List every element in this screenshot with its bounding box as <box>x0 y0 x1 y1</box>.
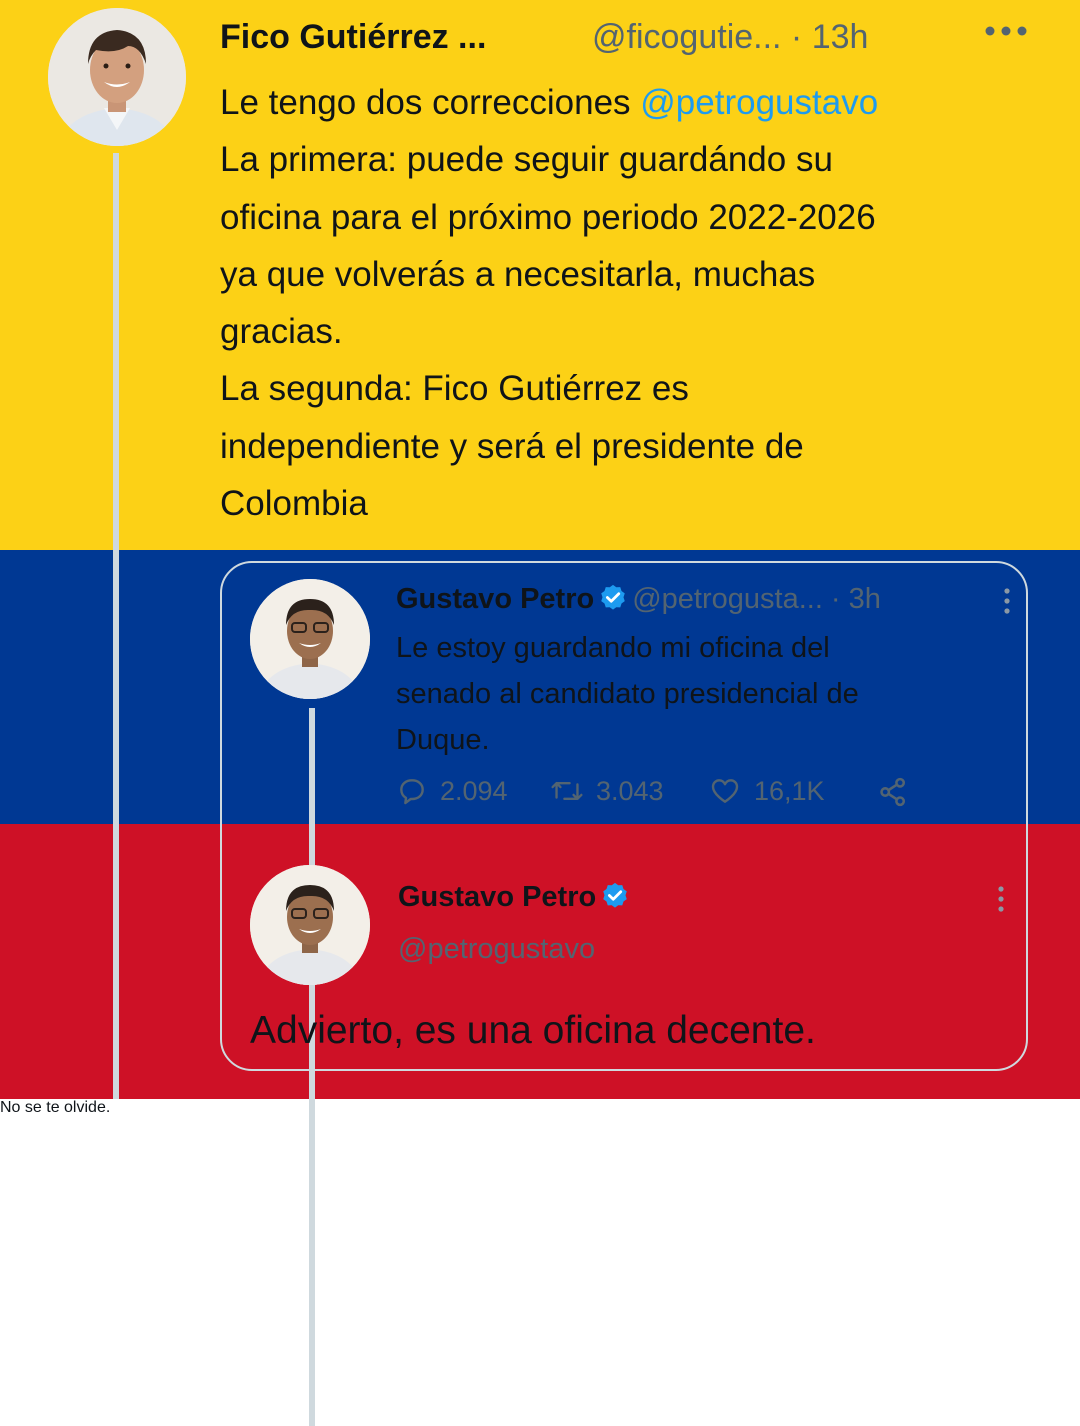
quoted-thread-line <box>309 708 315 1426</box>
second-tweet-text: Advierto, es una oficina decente. <box>250 1009 816 1052</box>
quoted-author-handle-timestamp[interactable]: @petrogusta... · 3h <box>632 583 881 615</box>
more-vertical-icon[interactable] <box>1002 587 1012 615</box>
author-avatar[interactable] <box>48 8 186 146</box>
quoted-author-avatar[interactable] <box>250 579 370 699</box>
like-icon <box>711 779 739 803</box>
avatar-portrait-image <box>250 579 370 699</box>
tweet-header: Fico Gutiérrez ... @ficogutie... · 13h <box>220 14 1040 64</box>
more-vertical-icon[interactable] <box>996 885 1006 913</box>
quoted-tweet-text: Le estoy guardando mi oficina del senado… <box>396 632 859 756</box>
quoted-tweet-actions: 2.094 3.043 16,1K <box>396 775 956 815</box>
author-handle-timestamp[interactable]: @ficogutie... · 13h <box>592 18 868 57</box>
reply-count: 2.094 <box>440 775 508 806</box>
thread-line <box>113 153 119 1099</box>
colombia-flag-emoji <box>382 486 432 520</box>
like-button[interactable]: 16,1K <box>708 775 825 807</box>
retweet-icon <box>551 781 583 801</box>
more-horizontal-icon[interactable] <box>984 24 1028 38</box>
quoted-tweet-card[interactable]: Gustavo Petro @petrogusta... · 3h Le esto… <box>220 561 1028 1426</box>
second-author-handle[interactable]: @petrogustavo <box>398 933 595 966</box>
tweet-text-part-1: Le tengo dos correcciones <box>220 83 641 122</box>
tweet-text: Le tengo dos correcciones @petrogustavo … <box>220 74 1040 532</box>
tweet-text-part-3: No se te olvide. <box>0 1099 111 1116</box>
verified-badge-icon <box>598 583 628 613</box>
avatar-portrait-image <box>250 865 370 985</box>
share-button[interactable] <box>876 775 922 809</box>
tweet-text-part-2: La primera: puede seguir guardándo su of… <box>220 140 876 524</box>
like-count: 16,1K <box>754 775 825 806</box>
quoted-tweet-header: Gustavo Petro @petrogusta... · 3h <box>396 583 1016 627</box>
retweet-count: 3.043 <box>596 775 664 806</box>
reply-button[interactable]: 2.094 <box>396 775 508 807</box>
second-tweet-header: Gustavo Petro @petrogustavo <box>398 881 1008 971</box>
reply-icon <box>400 779 424 805</box>
second-author-avatar[interactable] <box>250 865 370 985</box>
retweet-button[interactable]: 3.043 <box>550 775 664 807</box>
mention-link[interactable]: @petrogustavo <box>640 83 878 122</box>
share-icon <box>880 777 906 807</box>
verified-badge-icon <box>600 881 630 911</box>
avatar-portrait-image <box>48 8 186 146</box>
second-author-name[interactable]: Gustavo Petro <box>398 881 596 913</box>
author-name[interactable]: Fico Gutiérrez ... <box>220 18 486 57</box>
quoted-author-name[interactable]: Gustavo Petro <box>396 583 594 615</box>
